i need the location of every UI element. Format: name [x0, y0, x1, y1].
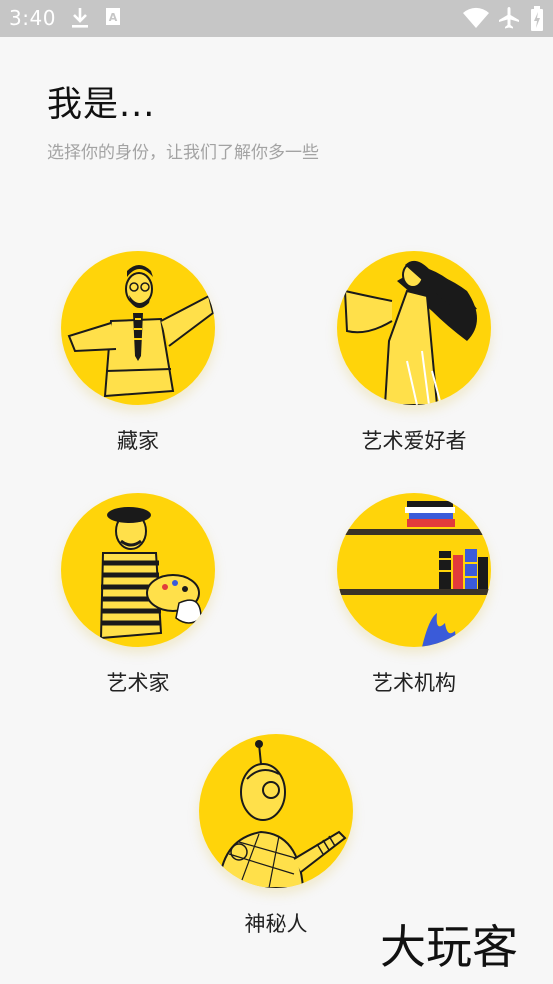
identity-label: 艺术家: [106, 671, 170, 695]
identity-option-artist[interactable]: 艺术家: [43, 493, 233, 697]
art-lover-icon: [337, 251, 491, 405]
page-title: 我是...: [47, 85, 156, 125]
svg-text:A: A: [109, 11, 118, 24]
svg-text:大玩客: 大玩客: [380, 920, 518, 974]
identity-option-collector[interactable]: 藏家: [43, 251, 233, 455]
identity-option-art-institution[interactable]: 艺术机构: [319, 493, 509, 697]
status-time: 3:40: [9, 6, 56, 30]
wifi-icon: [462, 6, 490, 34]
status-bar: 3:40 A: [0, 0, 553, 37]
airplane-mode-icon: [497, 6, 521, 34]
identity-option-mystery-person[interactable]: 神秘人: [181, 734, 371, 938]
identity-label: 藏家: [117, 429, 159, 453]
watermark-logo: 大玩客: [376, 915, 546, 975]
download-icon: [70, 6, 90, 34]
art-institution-icon: [337, 493, 491, 647]
collector-icon: [61, 251, 215, 405]
identity-label: 艺术爱好者: [361, 429, 467, 453]
watermark-logo-icon: 大玩客: [380, 920, 518, 974]
keyboard-a-icon: A: [105, 6, 121, 32]
artist-icon: [61, 493, 215, 647]
identity-option-art-lover[interactable]: 艺术爱好者: [319, 251, 509, 455]
identity-label: 神秘人: [244, 912, 308, 936]
battery-charging-icon: [530, 6, 544, 36]
page-subtitle: 选择你的身份，让我们了解你多一些: [47, 143, 319, 163]
mystery-person-icon: [199, 734, 353, 888]
identity-label: 艺术机构: [372, 671, 456, 695]
